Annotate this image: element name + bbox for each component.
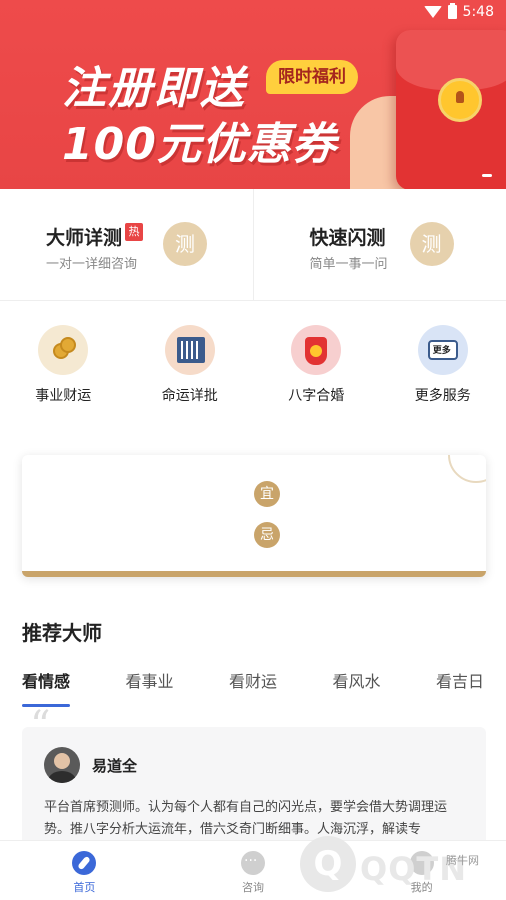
- decorative-arc: [448, 455, 486, 483]
- quote-icon: “: [30, 703, 51, 749]
- promo-banner[interactable]: 5:48 注册即送 限时福利 100元优惠券: [0, 0, 506, 189]
- master-detail-card[interactable]: 大师详测 热 一对一详细咨询 测: [0, 189, 253, 300]
- promo-headline-2: 100元优惠券: [62, 119, 337, 170]
- test-icon: 测: [409, 222, 454, 266]
- coins-icon: [38, 325, 89, 375]
- service-career-wealth[interactable]: 事业财运: [0, 322, 127, 412]
- lucky-bag-icon: [291, 325, 342, 375]
- nav-home[interactable]: 首页: [0, 841, 169, 900]
- tab-emotion[interactable]: 看情感: [22, 660, 71, 707]
- red-envelope-illustration: [396, 30, 506, 189]
- master-name: 易道全: [92, 757, 138, 775]
- card-title: 快速闪测: [309, 227, 386, 249]
- quick-test-card[interactable]: 快速闪测 简单一事一问 测: [252, 189, 506, 300]
- service-more[interactable]: 更多服务: [380, 322, 506, 412]
- service-destiny[interactable]: 命运详批: [127, 322, 254, 412]
- tab-career[interactable]: 看事业: [125, 660, 173, 704]
- service-label: 命运详批: [161, 388, 218, 404]
- battery-icon: [447, 3, 457, 19]
- book-icon: [164, 325, 215, 375]
- lock-icon: [438, 78, 482, 122]
- promo-headline-1: 注册即送: [62, 63, 246, 114]
- status-time: 5:48: [462, 4, 494, 20]
- category-tabs: 看情感 看事业 看财运 看风水 看吉日: [22, 660, 484, 707]
- carousel-indicator: [482, 174, 492, 177]
- promo-tag: 限时福利: [266, 60, 358, 94]
- service-label: 八字合婚: [288, 388, 345, 404]
- tab-auspicious-day[interactable]: 看吉日: [436, 660, 484, 704]
- card-subtitle: 一对一详细咨询: [46, 257, 138, 272]
- wifi-icon: [423, 6, 442, 18]
- avatar: [44, 747, 80, 783]
- avoid-badge: 忌: [254, 522, 280, 548]
- bottom-nav: 首页 咨询 我的: [0, 840, 506, 900]
- service-grid: 事业财运 命运详批 八字合婚 更多服务: [0, 322, 506, 412]
- home-compass-icon: [72, 851, 97, 875]
- scroll-icon: [417, 325, 468, 375]
- master-card[interactable]: 易道全 平台首席预测师。认为每个人都有自己的闪光点，要学会借大势调理运势。推八字…: [22, 727, 486, 857]
- card-subtitle: 简单一事一问: [309, 257, 388, 272]
- tab-fengshui[interactable]: 看风水: [332, 660, 380, 704]
- chat-icon: [241, 851, 265, 875]
- nav-label: 我的: [410, 881, 433, 894]
- service-label: 事业财运: [35, 388, 92, 404]
- test-icon: 测: [163, 222, 207, 266]
- hot-badge: 热: [125, 223, 143, 241]
- master-description: 平台首席预测师。认为每个人都有自己的闪光点，要学会借大势调理运势。推八字分析大运…: [44, 800, 448, 837]
- almanac-card[interactable]: 宜 忌: [22, 455, 486, 577]
- nav-label: 首页: [73, 881, 96, 894]
- section-title: 推荐大师: [22, 621, 102, 645]
- suitable-badge: 宜: [254, 481, 280, 507]
- consult-section: 大师详测 热 一对一详细咨询 测 快速闪测 简单一事一问 测: [0, 189, 506, 301]
- service-label: 更多服务: [414, 388, 471, 404]
- profile-icon: [409, 851, 434, 875]
- nav-consult[interactable]: 咨询: [169, 841, 338, 900]
- nav-profile[interactable]: 我的: [337, 841, 506, 900]
- status-bar: 5:48: [423, 3, 494, 20]
- service-marriage[interactable]: 八字合婚: [253, 322, 380, 412]
- nav-label: 咨询: [242, 881, 264, 894]
- card-title: 大师详测: [46, 227, 123, 249]
- tab-wealth[interactable]: 看财运: [229, 660, 277, 704]
